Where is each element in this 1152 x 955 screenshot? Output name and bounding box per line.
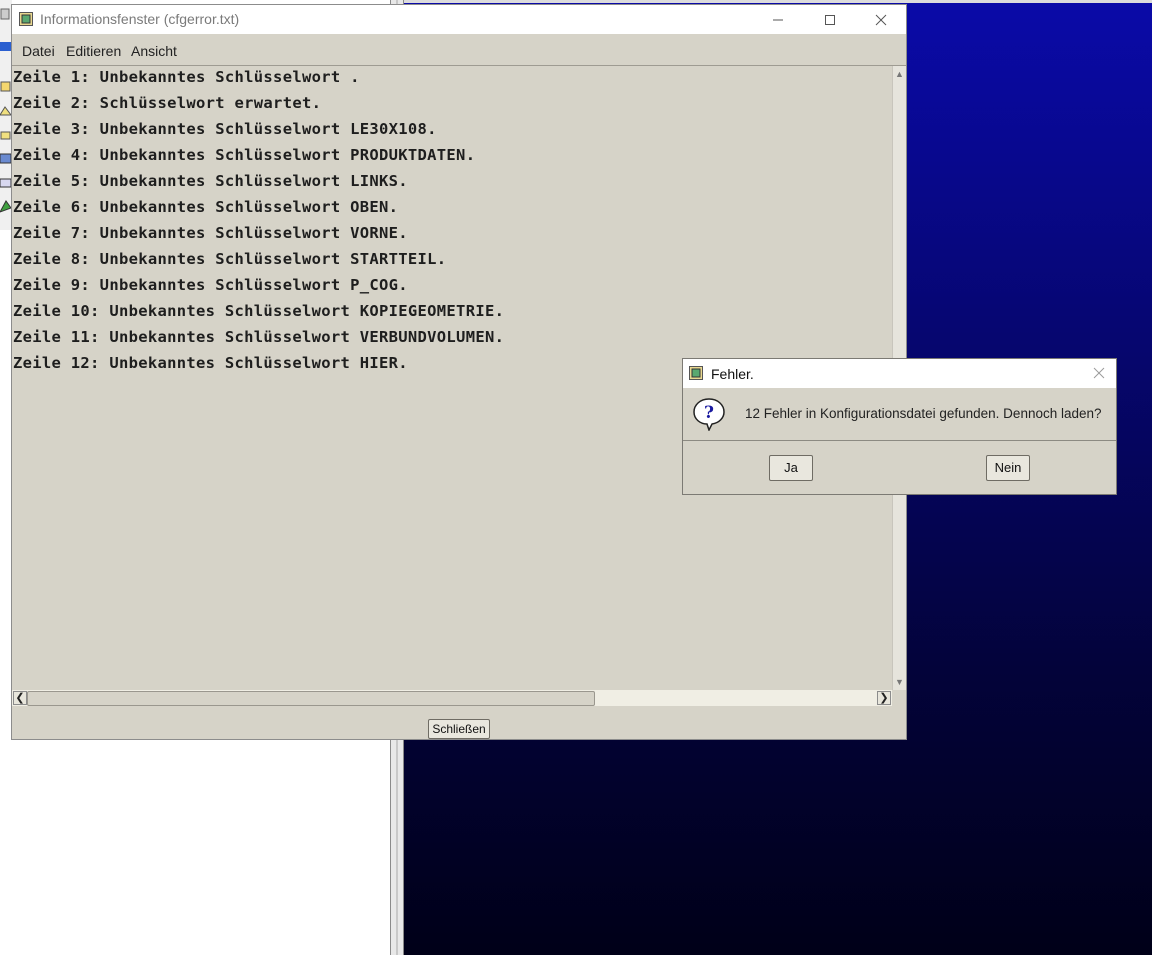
text-line: Zeile 3: Unbekanntes Schlüsselwort LE30X… [13, 120, 437, 138]
horizontal-scroll-thumb[interactable] [27, 691, 595, 706]
dialog-message: 12 Fehler in Konfigurationsdatei gefunde… [745, 406, 1102, 421]
toolbar-icon[interactable] [0, 128, 11, 141]
dialog-title: Fehler. [711, 366, 754, 382]
toolbar-icon[interactable] [0, 8, 11, 21]
menu-datei[interactable]: Datei [22, 43, 55, 59]
error-dialog: Fehler. ? 12 Fehler in Konfigurationsdat… [682, 358, 1117, 495]
dialog-close-icon[interactable] [1090, 364, 1108, 382]
maximize-icon [825, 14, 835, 25]
app-icon [19, 12, 33, 26]
toolbar-icon[interactable] [0, 80, 11, 93]
window-title: Informationsfenster (cfgerror.txt) [40, 11, 240, 27]
toolbar-icon[interactable] [0, 176, 11, 189]
toolbar-icon[interactable] [0, 152, 11, 165]
text-line: Zeile 5: Unbekanntes Schlüsselwort LINKS… [13, 172, 408, 190]
scroll-up-icon[interactable]: ▲ [893, 67, 906, 81]
no-button[interactable]: Nein [986, 455, 1030, 481]
menu-bar: Datei Editieren Ansicht [12, 34, 906, 66]
menu-ansicht[interactable]: Ansicht [131, 43, 177, 59]
minimize-button[interactable] [755, 5, 801, 34]
dialog-titlebar[interactable]: Fehler. [683, 359, 1116, 388]
dialog-separator [683, 440, 1116, 441]
schliessen-button[interactable]: Schließen [428, 719, 490, 739]
toolbar-icon[interactable] [0, 40, 11, 53]
minimize-icon [773, 19, 783, 20]
toolbar-icon[interactable] [0, 105, 11, 118]
scroll-down-icon[interactable]: ▼ [893, 675, 906, 689]
question-icon: ? [693, 398, 725, 431]
toolbar-icon[interactable] [0, 200, 11, 213]
close-icon [875, 14, 887, 25]
menu-editieren[interactable]: Editieren [66, 43, 121, 59]
text-line: Zeile 2: Schlüsselwort erwartet. [13, 94, 322, 112]
text-line: Zeile 1: Unbekanntes Schlüsselwort . [13, 68, 360, 86]
text-line: Zeile 6: Unbekanntes Schlüsselwort OBEN. [13, 198, 399, 216]
text-line: Zeile 7: Unbekanntes Schlüsselwort VORNE… [13, 224, 408, 242]
close-button[interactable] [858, 5, 904, 34]
text-line: Zeile 12: Unbekanntes Schlüsselwort HIER… [13, 354, 408, 372]
text-line: Zeile 11: Unbekanntes Schlüsselwort VERB… [13, 328, 505, 346]
app-icon [689, 366, 703, 380]
text-line: Zeile 8: Unbekanntes Schlüsselwort START… [13, 250, 447, 268]
info-window-titlebar[interactable]: Informationsfenster (cfgerror.txt) [12, 5, 906, 34]
text-line: Zeile 4: Unbekanntes Schlüsselwort PRODU… [13, 146, 476, 164]
text-line: Zeile 10: Unbekanntes Schlüsselwort KOPI… [13, 302, 505, 320]
svg-text:?: ? [704, 403, 714, 423]
text-line: Zeile 9: Unbekanntes Schlüsselwort P_COG… [13, 276, 408, 294]
scroll-left-icon[interactable]: ❮ [13, 691, 27, 705]
maximize-button[interactable] [807, 5, 853, 34]
scroll-right-icon[interactable]: ❯ [877, 691, 891, 705]
horizontal-scrollbar[interactable]: ❮ ❯ [12, 690, 892, 706]
yes-button[interactable]: Ja [769, 455, 813, 481]
